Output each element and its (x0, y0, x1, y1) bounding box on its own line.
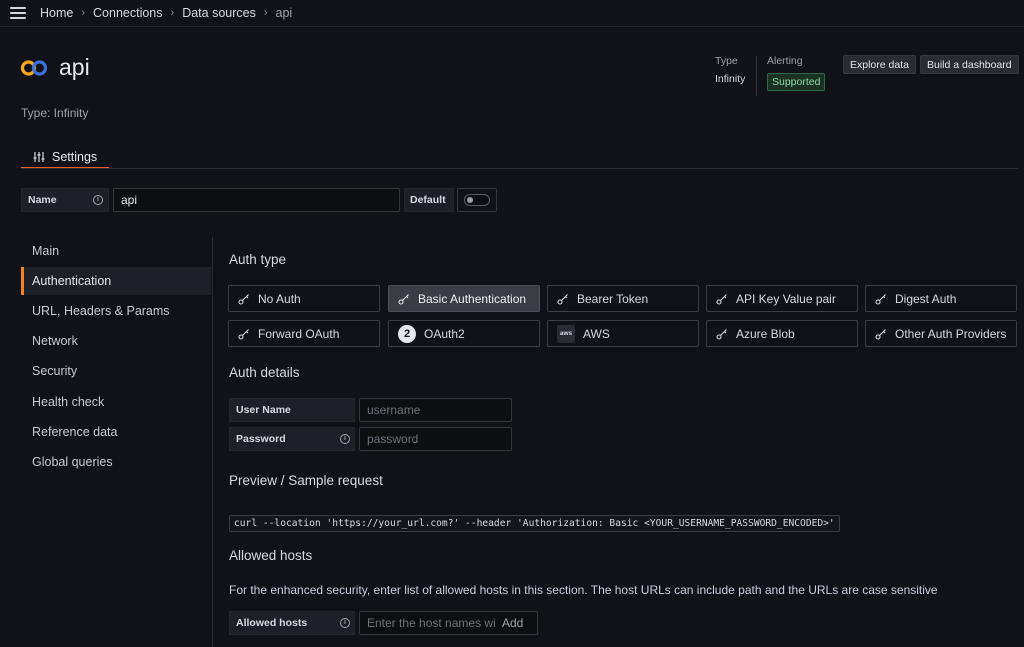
sidebar-item-url-headers-params[interactable]: URL, Headers & Params (21, 297, 211, 325)
auth-option-label: Azure Blob (736, 326, 795, 341)
preview-heading: Preview / Sample request (229, 473, 383, 488)
auth-option-forward-oauth[interactable]: Forward OAuth (228, 320, 380, 347)
breadcrumb-connections[interactable]: Connections (93, 6, 163, 20)
password-label: Password i (229, 427, 355, 451)
info-icon[interactable]: i (340, 618, 350, 628)
key-icon (716, 293, 728, 305)
auth-option-no-auth[interactable]: No Auth (228, 285, 380, 312)
chevron-right-icon: › (81, 7, 86, 19)
username-label: User Name (229, 398, 355, 422)
auth-option-label: Digest Auth (895, 291, 957, 306)
data-source-type: Type: Infinity (21, 106, 89, 120)
default-toggle[interactable] (464, 194, 490, 206)
sidebar-item-security[interactable]: Security (21, 357, 211, 385)
auth-type-heading: Auth type (229, 252, 287, 267)
allowed-hosts-label: Allowed hosts i (229, 611, 355, 635)
sidebar-item-health-check[interactable]: Health check (21, 388, 211, 416)
auth-option-label: No Auth (258, 291, 301, 306)
info-icon[interactable]: i (93, 195, 103, 205)
breadcrumb-home[interactable]: Home (40, 6, 73, 20)
tab-settings[interactable]: Settings (21, 146, 109, 169)
sidebar-item-authentication[interactable]: Authentication (21, 267, 211, 295)
top-nav-bar: Home › Connections › Data sources › api (0, 0, 1024, 27)
allowed-hosts-field: Add (359, 611, 538, 635)
info-icon[interactable]: i (340, 434, 350, 444)
meta-type: Type Infinity (715, 55, 745, 85)
allowed-hosts-label-text: Allowed hosts (236, 617, 308, 629)
auth-option-oauth2[interactable]: 2 OAuth2 (388, 320, 540, 347)
chevron-right-icon: › (170, 7, 175, 19)
auth-option-label: Forward OAuth (258, 326, 340, 341)
auth-option-basic-authentication[interactable]: Basic Authentication (388, 285, 540, 312)
password-input[interactable] (359, 427, 512, 451)
auth-option-other-auth-providers[interactable]: Other Auth Providers (865, 320, 1017, 347)
allowed-hosts-heading: Allowed hosts (229, 548, 313, 563)
auth-option-aws[interactable]: aws AWS (547, 320, 699, 347)
sidebar-item-reference-data[interactable]: Reference data (21, 418, 211, 446)
password-label-text: Password (236, 433, 286, 445)
meta-alerting-label: Alerting (767, 55, 803, 67)
chevron-right-icon: › (263, 7, 268, 19)
oauth2-icon: 2 (398, 324, 416, 343)
name-label: Name i (21, 188, 109, 212)
page-title: api (59, 54, 90, 80)
infinity-logo-icon (20, 60, 48, 76)
meta-type-value: Infinity (715, 73, 746, 85)
sidebar-item-main[interactable]: Main (21, 237, 211, 265)
breadcrumb-data-sources[interactable]: Data sources (182, 6, 256, 20)
auth-option-label: Basic Authentication (418, 291, 527, 306)
sliders-icon (33, 151, 45, 162)
auth-option-label: AWS (583, 326, 610, 341)
key-icon (557, 293, 569, 305)
aws-icon: aws (557, 324, 575, 343)
allowed-hosts-description: For the enhanced security, enter list of… (229, 583, 938, 597)
allowed-hosts-input[interactable] (360, 612, 498, 634)
key-icon (238, 328, 250, 340)
auth-details-heading: Auth details (229, 365, 300, 380)
auth-option-api-key-value-pair[interactable]: API Key Value pair (706, 285, 858, 312)
auth-option-label: Other Auth Providers (895, 326, 1007, 341)
nav-divider (212, 237, 213, 647)
key-icon (716, 328, 728, 340)
key-icon (398, 293, 410, 305)
auth-option-azure-blob[interactable]: Azure Blob (706, 320, 858, 347)
meta-type-label: Type (715, 55, 738, 67)
build-dashboard-button[interactable]: Build a dashboard (920, 55, 1019, 74)
sidebar-item-global-queries[interactable]: Global queries (21, 448, 211, 476)
name-label-text: Name (28, 194, 57, 206)
default-toggle-wrapper (457, 188, 497, 212)
breadcrumb-current: api (275, 6, 293, 20)
auth-option-bearer-token[interactable]: Bearer Token (547, 285, 699, 312)
username-input[interactable] (359, 398, 512, 422)
auth-option-label: API Key Value pair (736, 291, 836, 306)
menu-icon[interactable] (10, 7, 26, 19)
key-icon (875, 293, 887, 305)
tab-settings-label: Settings (52, 149, 98, 164)
auth-option-label: OAuth2 (424, 326, 465, 341)
sidebar-item-network[interactable]: Network (21, 327, 211, 355)
auth-option-label: Bearer Token (577, 291, 649, 306)
default-label: Default (404, 188, 454, 212)
key-icon (238, 293, 250, 305)
meta-divider (756, 56, 757, 96)
add-host-button[interactable]: Add (498, 616, 523, 630)
tabs-divider (21, 168, 1018, 169)
meta-alerting: Alerting Supported (767, 55, 826, 91)
auth-option-digest-auth[interactable]: Digest Auth (865, 285, 1017, 312)
key-icon (875, 328, 887, 340)
alerting-status-badge: Supported (767, 73, 826, 91)
explore-data-button[interactable]: Explore data (843, 55, 916, 74)
name-input[interactable]: api (113, 188, 400, 212)
sample-request-code: curl --location 'https://your_url.com?' … (229, 515, 840, 532)
